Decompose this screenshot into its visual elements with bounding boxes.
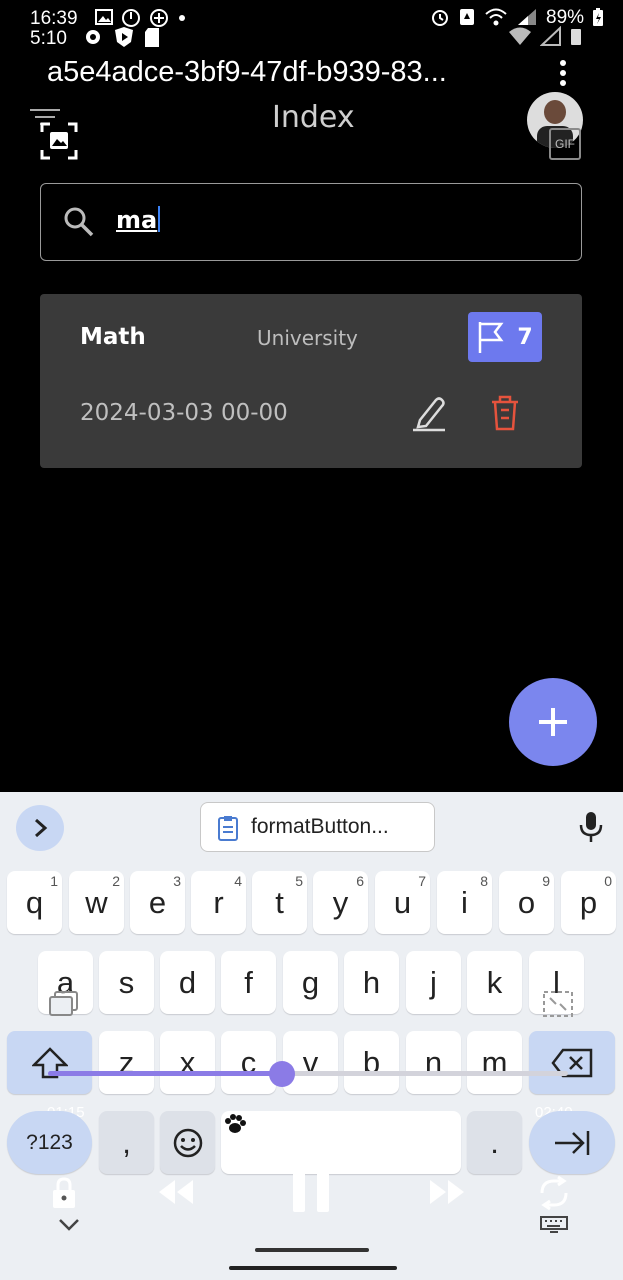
tab-arrow-icon <box>555 1131 590 1155</box>
recycle-icon <box>460 9 474 25</box>
symbols-key[interactable]: ?123 <box>7 1111 92 1174</box>
clipboard-suggestion[interactable]: formatButton... <box>200 802 435 852</box>
nav-gesture-bar[interactable] <box>229 1266 397 1270</box>
key-k[interactable]: k <box>467 951 522 1014</box>
key-q[interactable]: q1 <box>7 871 62 934</box>
resize-overlay-icon[interactable] <box>542 990 574 1018</box>
battery-icon <box>593 8 604 26</box>
key-g[interactable]: g <box>283 951 338 1014</box>
key-v[interactable]: v <box>283 1031 338 1094</box>
power-icon <box>122 9 140 27</box>
edit-icon[interactable] <box>412 394 446 432</box>
chevron-down-icon[interactable] <box>58 1218 80 1232</box>
battery-percent: 89% <box>546 6 585 28</box>
key-r[interactable]: r4 <box>191 871 246 934</box>
status-time-1: 16:39 <box>30 8 78 29</box>
status-time-2: 5:10 <box>30 28 67 49</box>
lock-icon[interactable] <box>50 1176 78 1210</box>
sd-card-icon <box>145 28 159 47</box>
key-w[interactable]: w2 <box>69 871 124 934</box>
gesture-bar[interactable] <box>255 1248 369 1252</box>
pause-icon[interactable] <box>290 1167 332 1215</box>
signal-outline-icon <box>540 26 561 46</box>
image-icon <box>95 9 113 25</box>
key-c[interactable]: c <box>221 1031 276 1094</box>
image-scan-icon[interactable] <box>40 122 78 160</box>
key-n[interactable]: n <box>406 1031 461 1094</box>
status-icons-right-2 <box>508 26 582 46</box>
add-button[interactable] <box>509 678 597 766</box>
card-type: University <box>257 326 358 350</box>
key-x[interactable]: x <box>160 1031 215 1094</box>
expand-toolbar-button[interactable] <box>16 805 64 851</box>
signal-icon <box>518 9 536 25</box>
key-i[interactable]: i8 <box>437 871 492 934</box>
more-vert-icon[interactable] <box>560 60 570 90</box>
clipboard-icon <box>218 816 238 841</box>
card-date: 2024-03-03 00-00 <box>80 400 288 426</box>
dot-icon <box>179 15 185 21</box>
enter-key[interactable] <box>529 1111 615 1174</box>
key-b[interactable]: b <box>344 1031 399 1094</box>
page-title: Index <box>272 100 355 135</box>
plus-icon <box>539 708 567 736</box>
media-progress-track[interactable] <box>48 1061 568 1087</box>
add-circle-icon <box>150 9 168 27</box>
search-input[interactable]: ma <box>116 206 161 234</box>
key-t[interactable]: t5 <box>252 871 307 934</box>
delete-icon[interactable] <box>488 394 522 432</box>
shield-icon <box>115 27 133 47</box>
key-d[interactable]: d <box>160 951 215 1014</box>
media-progress-fill <box>48 1071 282 1076</box>
rotate-icon[interactable] <box>536 1176 572 1210</box>
status-icons-left <box>95 8 187 28</box>
gif-button[interactable]: GIF <box>549 128 581 160</box>
comma-key[interactable]: , <box>99 1111 154 1174</box>
flag-count: 7 <box>517 324 533 350</box>
period-key[interactable]: . <box>467 1111 522 1174</box>
key-j[interactable]: j <box>406 951 461 1014</box>
space-key[interactable] <box>221 1111 461 1174</box>
list-item[interactable]: Math University 7 2024-03-03 00-00 <box>40 294 582 468</box>
key-f[interactable]: f <box>221 951 276 1014</box>
keyboard-icon[interactable] <box>540 1216 568 1236</box>
status-icons-left-2 <box>82 26 160 48</box>
app-title: a5e4adce-3bf9-47df-b939-83... <box>47 56 447 88</box>
keyboard: formatButton... q1 w2 e3 r4 t5 y6 u7 i8 … <box>0 792 623 1280</box>
media-progress-thumb[interactable] <box>269 1061 295 1087</box>
search-bar[interactable]: ma <box>40 183 582 261</box>
alarm-icon <box>432 10 448 26</box>
card-subject: Math <box>80 324 146 350</box>
emoji-key[interactable] <box>160 1111 215 1174</box>
gear-icon <box>86 30 100 44</box>
key-z[interactable]: z <box>99 1031 154 1094</box>
wifi-icon <box>485 8 507 26</box>
flag-badge[interactable]: 7 <box>468 312 542 362</box>
key-u[interactable]: u7 <box>375 871 430 934</box>
fast-forward-icon[interactable] <box>428 1176 468 1208</box>
rewind-icon[interactable] <box>155 1176 195 1208</box>
wifi-outline-icon <box>509 27 531 45</box>
key-s[interactable]: s <box>99 951 154 1014</box>
battery-outline-icon <box>571 29 581 45</box>
backspace-key[interactable] <box>529 1031 615 1094</box>
copy-overlay-icon[interactable] <box>48 990 80 1018</box>
paw-icon <box>225 1114 246 1133</box>
search-icon <box>64 207 94 237</box>
microphone-icon[interactable] <box>578 810 604 844</box>
clipboard-text: formatButton... <box>251 815 389 838</box>
key-p[interactable]: p0 <box>561 871 616 934</box>
emoji-icon <box>173 1128 203 1158</box>
chevron-right-icon <box>35 818 48 838</box>
flag-icon <box>479 322 504 353</box>
key-m[interactable]: m <box>467 1031 522 1094</box>
status-icons-right: 89% <box>430 7 604 27</box>
key-y[interactable]: y6 <box>313 871 368 934</box>
key-e[interactable]: e3 <box>130 871 185 934</box>
key-o[interactable]: o9 <box>499 871 554 934</box>
shift-key[interactable] <box>7 1031 92 1094</box>
key-h[interactable]: h <box>344 951 399 1014</box>
